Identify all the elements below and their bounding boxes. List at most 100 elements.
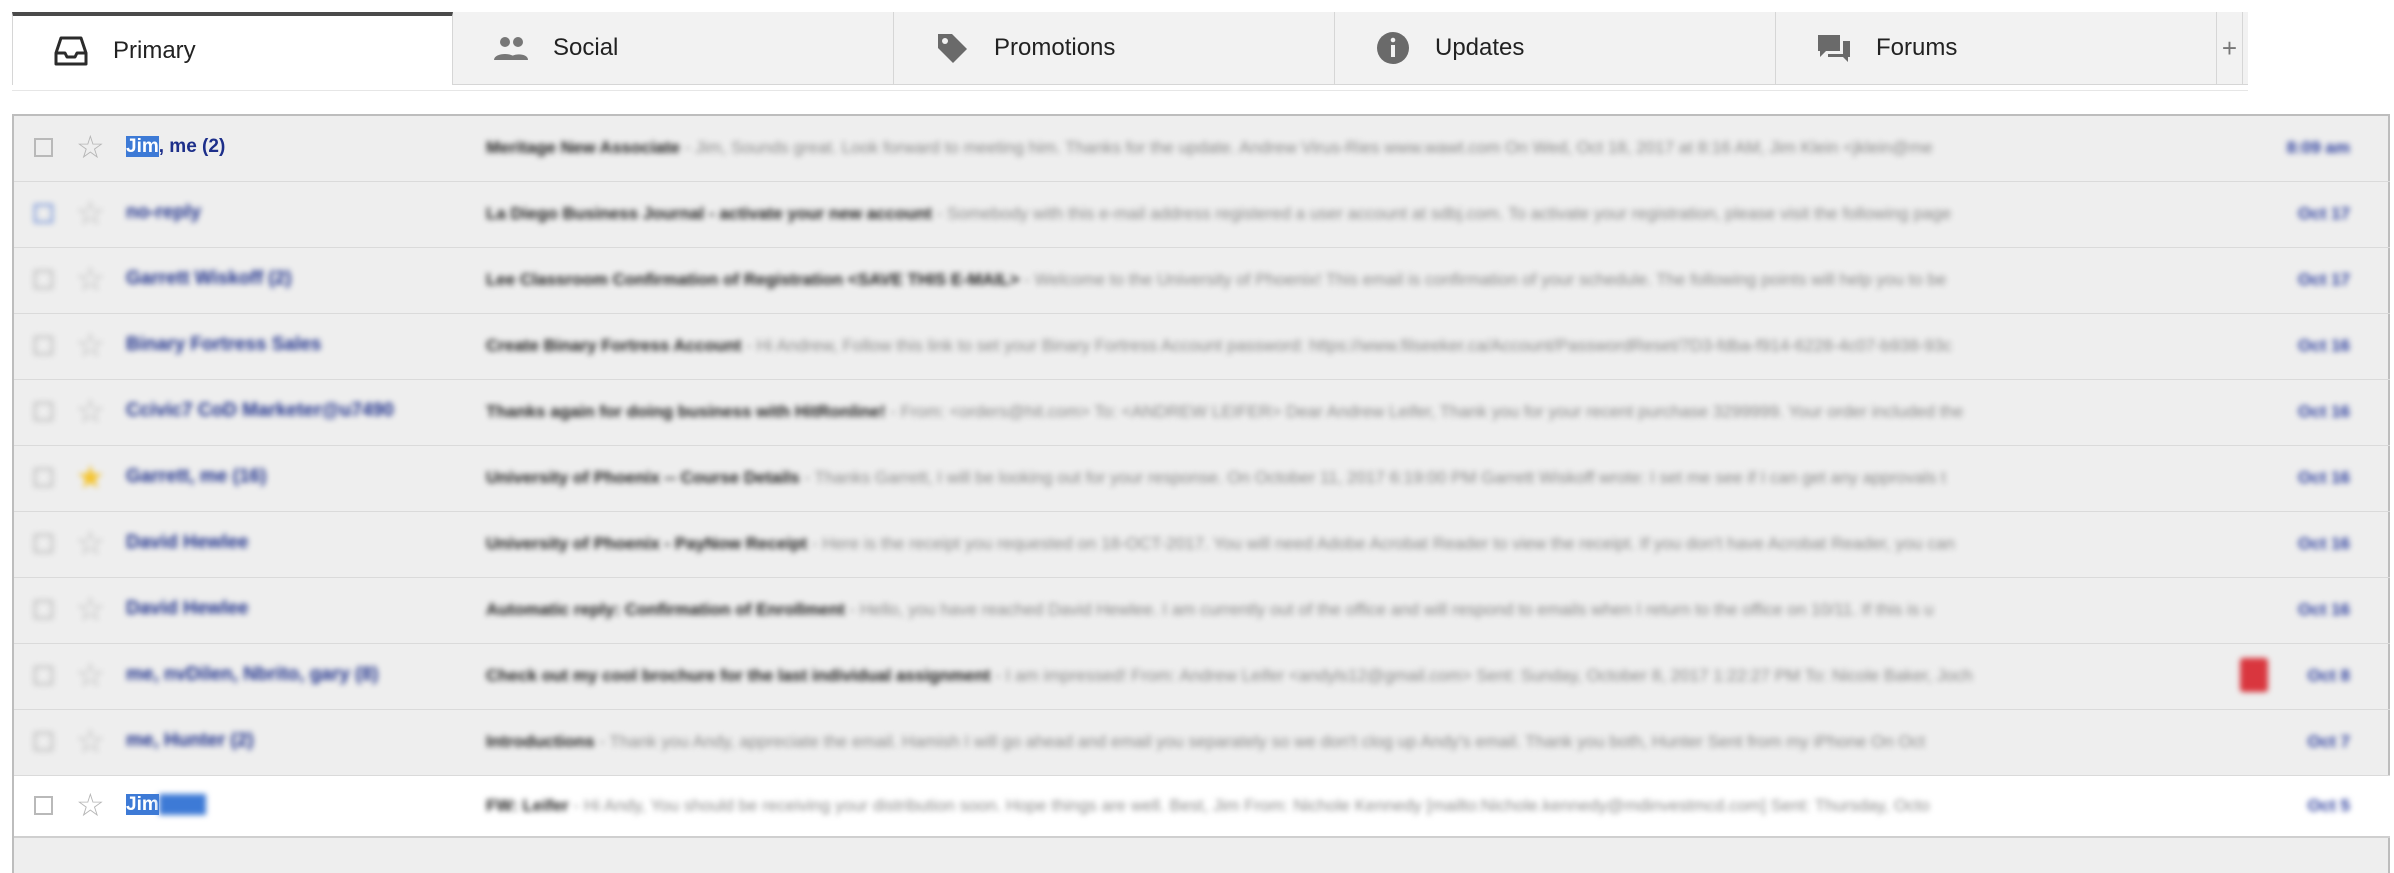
email-row[interactable]: ☆ me, nvDilen, Nbrito, gary (8) Check ou… bbox=[14, 644, 2390, 710]
sender-rest: Binary Fortress Sales bbox=[126, 334, 322, 355]
email-subject: University of Phoenix - PayNow Receipt -… bbox=[486, 534, 2226, 554]
email-sender: me, Hunter (2) bbox=[126, 730, 254, 752]
star-icon[interactable]: ★ bbox=[76, 461, 105, 493]
select-checkbox[interactable] bbox=[34, 534, 53, 553]
tab-promotions[interactable]: Promotions bbox=[894, 12, 1335, 84]
snippet-text: - Somebody with this e-mail address regi… bbox=[931, 204, 1952, 223]
category-tabs: Primary Social Promotions Updates Forums… bbox=[12, 12, 2248, 85]
email-row[interactable]: ☆ David Hewlee Automatic reply: Confirma… bbox=[14, 578, 2390, 644]
tab-updates-label: Updates bbox=[1435, 34, 1525, 61]
email-row[interactable]: ☆ me, Hunter (2) Introductions - Thank y… bbox=[14, 710, 2390, 776]
email-sender: Jim bbox=[126, 794, 207, 816]
select-checkbox[interactable] bbox=[34, 600, 53, 619]
tabs-underline bbox=[12, 90, 2248, 99]
email-list: ☆ Jim, me (2) Meritage New Associate - J… bbox=[12, 114, 2390, 873]
forum-icon bbox=[1814, 28, 1854, 68]
email-date: Oct 16 bbox=[2298, 600, 2350, 619]
sender-rest: Garrett Wiskoff (2) bbox=[126, 268, 292, 289]
star-icon[interactable]: ☆ bbox=[76, 527, 105, 559]
subject-text: Automatic reply: Confirmation of Enrollm… bbox=[486, 600, 845, 619]
email-row[interactable]: ☆ Ccivic7 CoD Marketer@u7490 Thanks agai… bbox=[14, 380, 2390, 446]
snippet-text: - Hi Andrew, Follow this link to set you… bbox=[741, 336, 1952, 355]
email-subject: Meritage New Associate - Jim, Sounds gre… bbox=[486, 138, 2226, 158]
sender-rest: Ccivic7 CoD Marketer@u7490 bbox=[126, 400, 394, 421]
star-icon[interactable]: ☆ bbox=[76, 329, 105, 361]
email-row[interactable]: ★ Garrett, me (16) University of Phoenix… bbox=[14, 446, 2390, 512]
tab-updates[interactable]: Updates bbox=[1335, 12, 1776, 84]
sender-highlight: Jim bbox=[126, 136, 159, 157]
tab-social[interactable]: Social bbox=[453, 12, 894, 84]
email-sender: Binary Fortress Sales bbox=[126, 334, 321, 356]
sender-highlight: Jim bbox=[126, 794, 159, 815]
email-row[interactable]: ☆ Jim, me (2) Meritage New Associate - J… bbox=[14, 116, 2390, 182]
email-subject: Automatic reply: Confirmation of Enrollm… bbox=[486, 600, 2226, 620]
email-date: Oct 8 bbox=[2307, 666, 2350, 685]
select-checkbox[interactable] bbox=[34, 468, 53, 487]
email-row[interactable]: ☆ David Hewlee University of Phoenix - P… bbox=[14, 512, 2390, 578]
tab-forums-label: Forums bbox=[1876, 34, 1958, 61]
sender-rest: David Hewlee bbox=[126, 532, 249, 553]
subject-text: FW: Leifer bbox=[486, 796, 569, 815]
email-date: Oct 17 bbox=[2298, 204, 2350, 223]
email-sender: Garrett Wiskoff (2) bbox=[126, 268, 292, 290]
email-sender: Garrett, me (16) bbox=[126, 466, 266, 488]
star-icon[interactable]: ☆ bbox=[76, 131, 105, 163]
star-icon[interactable]: ☆ bbox=[76, 197, 105, 229]
add-tab-button[interactable]: + bbox=[2217, 12, 2243, 84]
subject-text: Create Binary Fortress Account bbox=[486, 336, 742, 355]
email-subject: Thanks again for doing business with Hit… bbox=[486, 402, 2226, 422]
select-checkbox[interactable] bbox=[34, 204, 53, 223]
subject-text: La Diego Business Journal - activate you… bbox=[486, 204, 932, 223]
sender-rest bbox=[158, 794, 207, 815]
select-checkbox[interactable] bbox=[34, 336, 53, 355]
star-icon[interactable]: ☆ bbox=[76, 593, 105, 625]
email-sender: David Hewlee bbox=[126, 532, 249, 554]
email-subject: FW: Leifer - Hi Andy, You should be rece… bbox=[486, 796, 2226, 816]
subject-text: Meritage New Associate bbox=[486, 138, 680, 157]
subject-text: University of Phoenix -- Course Details bbox=[486, 468, 800, 487]
email-row[interactable]: ☆ Binary Fortress Sales Create Binary Fo… bbox=[14, 314, 2390, 380]
email-row[interactable]: ☆ no-reply La Diego Business Journal - a… bbox=[14, 182, 2390, 248]
email-row[interactable]: ☆ Garrett Wiskoff (2) Lee Classroom Conf… bbox=[14, 248, 2390, 314]
email-subject: Lee Classroom Confirmation of Registrati… bbox=[486, 270, 2226, 290]
tab-primary-label: Primary bbox=[113, 36, 196, 64]
select-checkbox[interactable] bbox=[34, 796, 53, 815]
email-subject: La Diego Business Journal - activate you… bbox=[486, 204, 2226, 224]
star-icon[interactable]: ☆ bbox=[76, 725, 105, 757]
subject-text: Lee Classroom Confirmation of Registrati… bbox=[486, 270, 1020, 289]
email-date: Oct 7 bbox=[2307, 732, 2350, 751]
email-date: Oct 16 bbox=[2298, 534, 2350, 553]
snippet-text: - Hello, you have reached David Hewlee. … bbox=[844, 600, 1934, 619]
subject-text: University of Phoenix - PayNow Receipt bbox=[486, 534, 808, 553]
star-icon[interactable]: ☆ bbox=[76, 263, 105, 295]
select-checkbox[interactable] bbox=[34, 138, 53, 157]
star-icon[interactable]: ☆ bbox=[76, 395, 105, 427]
snippet-text: - Jim, Sounds great. Look forward to mee… bbox=[680, 138, 1933, 157]
tab-forums[interactable]: Forums bbox=[1776, 12, 2217, 84]
email-subject: Check out my cool brochure for the last … bbox=[486, 666, 2186, 686]
email-sender: Jim, me (2) bbox=[126, 136, 225, 158]
tab-primary[interactable]: Primary bbox=[12, 12, 453, 85]
snippet-text: - Hi Andy, You should be receiving your … bbox=[568, 796, 1930, 815]
subject-text: Check out my cool brochure for the last … bbox=[486, 666, 991, 685]
star-icon[interactable]: ☆ bbox=[76, 789, 105, 821]
star-icon[interactable]: ☆ bbox=[76, 659, 105, 691]
select-checkbox[interactable] bbox=[34, 732, 53, 751]
email-date: Oct 17 bbox=[2298, 270, 2350, 289]
email-subject: Introductions - Thank you Andy, apprecia… bbox=[486, 732, 2226, 752]
sender-rest: me, Hunter (2) bbox=[126, 730, 254, 751]
email-date: Oct 16 bbox=[2298, 468, 2350, 487]
attachment-label-icon bbox=[2240, 658, 2268, 692]
select-checkbox[interactable] bbox=[34, 402, 53, 421]
subject-text: Thanks again for doing business with Hit… bbox=[486, 402, 886, 421]
people-icon bbox=[491, 28, 531, 68]
sender-rest: no-reply bbox=[126, 202, 201, 223]
sender-rest: Garrett, me (16) bbox=[126, 466, 267, 487]
email-row[interactable]: ☆ Jim FW: Leifer - Hi Andy, You should b… bbox=[14, 776, 2390, 838]
sender-rest: , me (2) bbox=[158, 136, 226, 157]
select-checkbox[interactable] bbox=[34, 270, 53, 289]
tab-promotions-label: Promotions bbox=[994, 34, 1116, 61]
subject-text: Introductions bbox=[486, 732, 595, 751]
sender-rest: me, nvDilen, Nbrito, gary (8) bbox=[126, 664, 379, 685]
select-checkbox[interactable] bbox=[34, 666, 53, 685]
